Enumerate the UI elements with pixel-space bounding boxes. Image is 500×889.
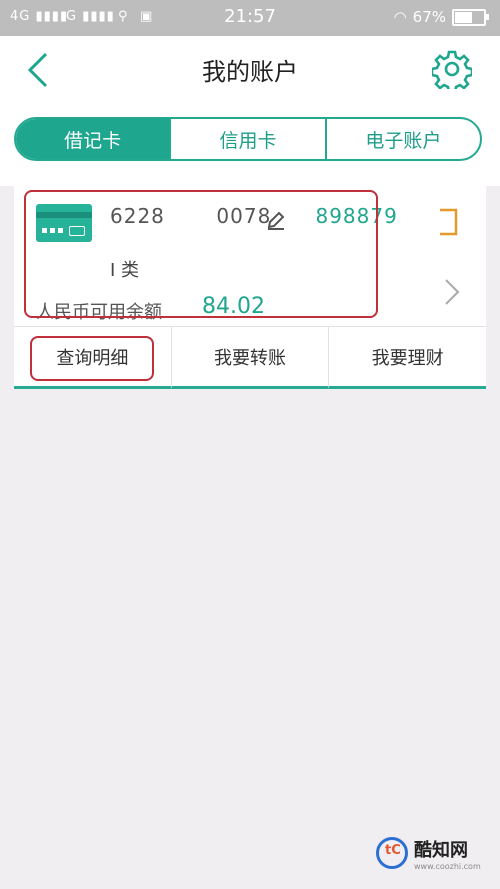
account-class: I 类 [110,260,140,281]
chevron-right-icon[interactable] [444,278,460,306]
page-title: 我的账户 [202,58,298,86]
transfer-button[interactable]: 我要转账 [170,327,329,389]
tab-e-account[interactable]: 电子账户 [324,119,480,159]
coozhi-logo: tC [376,837,408,869]
card-actions: 查询明细 我要转账 我要理财 [14,326,487,389]
balance-value: 84.02 [202,294,265,319]
debit-card-panel[interactable]: 6228 0078 898879 I 类 人民币可用余额 84.02 [14,186,486,326]
wealth-management-button[interactable]: 我要理财 [328,327,487,389]
balance-label: 人民币可用余额 [36,302,162,323]
app-header: 我的账户 [0,36,500,102]
tab-debit-card[interactable]: 借记卡 [16,119,170,159]
wifi-icon: ◠ [393,8,407,26]
battery-icon [452,8,489,26]
card-number: 6228 0078 898879 [110,204,398,228]
battery-percent: 67% [412,8,446,26]
watermark-name: 酷知网 [414,839,468,861]
bank-card-icon [36,204,92,242]
pencil-icon[interactable] [266,210,286,230]
gear-icon[interactable] [432,49,472,89]
watermark-url: www.coozhi.com [414,861,481,871]
status-bar: 4G ▮▮▮▮ G ▮▮▮▮ ⚲ ▣ 21:57 ◠ 67% [0,0,500,36]
card-corner-icon [440,208,458,236]
account-type-tabs: 借记卡 信用卡 电子账户 [14,117,482,161]
query-details-button[interactable]: 查询明细 [14,327,171,389]
watermark: tC 酷知网 www.coozhi.com [376,828,488,878]
battery-area: ◠ 67% [393,8,489,26]
tab-credit-card[interactable]: 信用卡 [169,119,324,159]
tabs-section: 借记卡 信用卡 电子账户 [0,102,500,186]
